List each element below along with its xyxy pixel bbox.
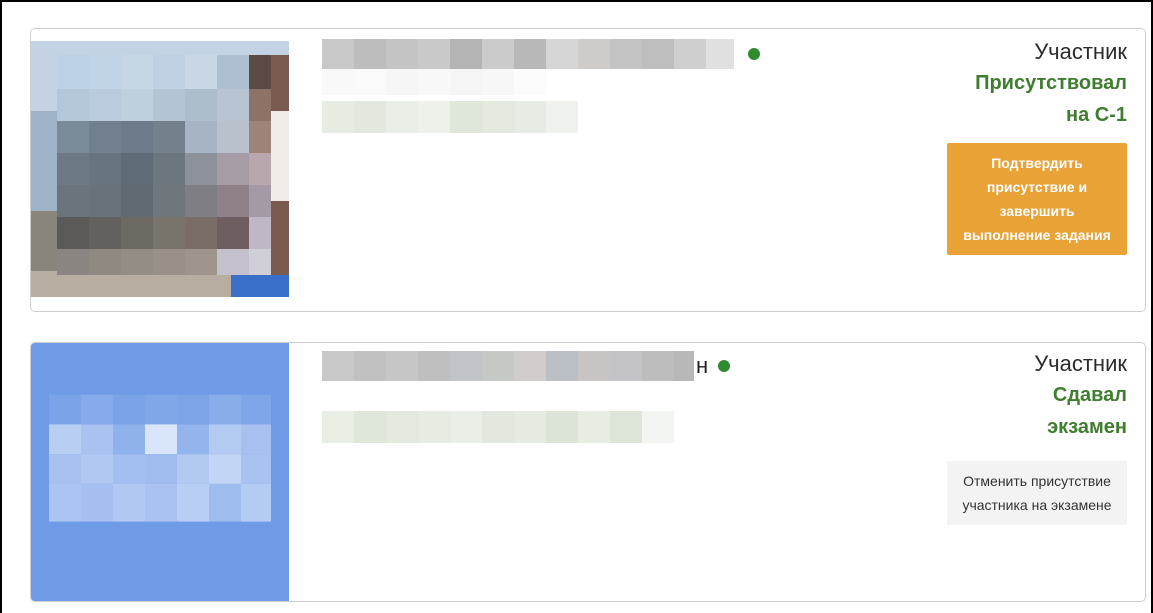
name-redacted: [322, 39, 734, 69]
name-redacted: [322, 351, 694, 381]
subtitle-redacted: [322, 101, 578, 133]
participant-card: Участник Присутствовал на С-1 Подтвердит…: [30, 28, 1146, 312]
avatar-photo-pixelated: [31, 41, 289, 297]
participant-card: н Участник Сдавал экзамен Отменить прису…: [30, 342, 1146, 602]
online-status-dot: [748, 48, 760, 60]
subtitle-redacted: [322, 411, 674, 443]
participant-name: [322, 39, 760, 69]
participant-name: н: [322, 351, 731, 381]
confirm-attendance-button[interactable]: Подтвердить присутствие и завершить выпо…: [947, 143, 1127, 255]
attendance-status: Присутствовал на С-1: [975, 72, 1127, 126]
role-label: Участник: [1034, 39, 1127, 64]
subtitle-redacted-light: [322, 69, 546, 95]
cancel-attendance-button[interactable]: Отменить присутствие участника на экзаме…: [947, 461, 1127, 525]
participant-avatar: [31, 41, 289, 297]
attendance-status: Сдавал экзамен: [1047, 384, 1127, 438]
online-status-dot: [718, 360, 731, 372]
participant-avatar: [31, 343, 289, 601]
participant-meta: Участник Присутствовал на С-1: [937, 37, 1127, 131]
avatar-image-pixelated: [31, 343, 289, 601]
participant-meta: Участник Сдавал экзамен: [937, 349, 1127, 443]
role-label: Участник: [1034, 351, 1127, 376]
name-visible-fragment: н: [696, 353, 709, 378]
